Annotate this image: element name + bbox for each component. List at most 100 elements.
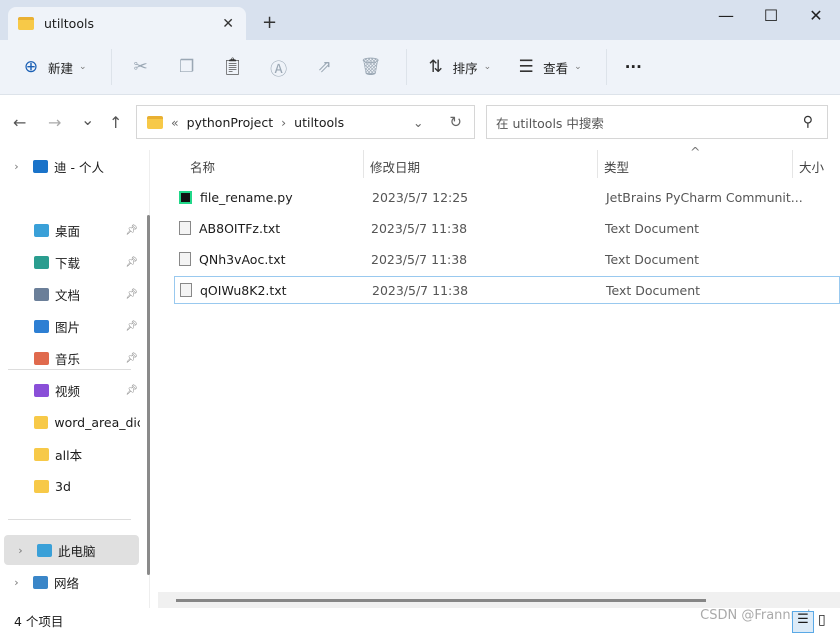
scrollbar-thumb[interactable] [176,599,706,602]
column-divider[interactable] [597,150,598,178]
sidebar-item-label: all本 [55,447,83,463]
column-divider[interactable] [363,150,364,178]
search-placeholder: 在 utiltools 中搜索 [496,115,604,131]
sidebar-item-label: 视频 [55,383,81,399]
search-icon[interactable]: ⚲ [803,114,813,130]
divider [110,49,112,85]
pin-icon[interactable]: 📌︎ [125,385,138,396]
back-button[interactable]: ← [13,113,26,132]
file-row[interactable]: qOIWu8K2.txt 2023/5/7 11:38 Text Document [174,276,840,304]
sidebar-item[interactable]: 视频 📌︎ [0,375,140,405]
file-row[interactable]: QNh3vAoc.txt 2023/5/7 11:38 Text Document [174,245,840,273]
sidebar-item[interactable]: word_area_dic [0,407,140,437]
expand-chevron-icon[interactable]: › [4,544,37,557]
column-header-size[interactable]: 大小 [799,157,824,176]
tab-close-button[interactable]: ✕ [222,16,234,32]
file-row[interactable]: AB8OITFz.txt 2023/5/7 11:38 Text Document [174,214,840,242]
sort-button[interactable]: ⇅ 排序 ⌄ [425,57,491,77]
scissors-icon: ✂ [133,57,148,77]
sort-icon: ⇅ [428,57,443,77]
trash-icon: 🗑︎ [359,57,382,77]
pycharm-file-icon [179,190,192,204]
tiles-view-button[interactable]: ▯ [818,612,826,628]
file-name: AB8OITFz.txt [199,220,281,236]
expand-chevron-icon[interactable]: › [0,576,33,589]
column-header-name[interactable]: 名称 [190,157,215,176]
sidebar-item[interactable]: 桌面 📌︎ [0,215,140,245]
details-view-icon: ☰ [797,612,809,627]
close-button[interactable]: ✕ [796,6,836,25]
maximize-button[interactable]: ☐ [751,6,791,25]
document-icon [34,287,49,301]
rename-icon: Ⓐ [270,59,288,80]
computer-icon [37,543,52,557]
file-type: Text Document [606,282,701,298]
divider [405,49,407,85]
file-row[interactable]: file_rename.py 2023/5/7 12:25 JetBrains Py… [174,183,840,211]
refresh-button[interactable]: ↻ [449,113,462,131]
rename-button[interactable]: Ⓐ [268,55,290,80]
sort-indicator-icon: ^ [690,144,701,159]
sidebar-item[interactable]: all本 [0,439,140,469]
copy-icon: ❐ [178,57,195,77]
new-button[interactable]: ⊕ 新建 ⌄ [20,57,87,77]
paste-button[interactable]: 📋︎ [222,57,244,77]
column-divider[interactable] [792,150,793,178]
sidebar-item-label: 文档 [55,287,81,303]
tab-title: utiltools [44,16,94,31]
folder-icon [34,479,49,493]
copy-button[interactable]: ❐ [176,57,198,77]
forward-button[interactable]: → [48,113,61,132]
cut-button[interactable]: ✂ [130,57,152,77]
column-header-date[interactable]: 修改日期 [370,157,420,176]
sidebar-item-label: 3d [55,478,71,494]
pin-icon[interactable]: 📌︎ [125,353,138,364]
share-button[interactable]: ⇗ [314,57,336,77]
pin-icon[interactable]: 📌︎ [125,225,138,236]
file-date: 2023/5/7 11:38 [371,220,468,236]
list-icon: ☰ [518,57,534,77]
sidebar-item-label: 音乐 [55,351,81,367]
file-date: 2023/5/7 12:25 [372,189,469,205]
sidebar-item[interactable]: 下载 📌︎ [0,247,140,277]
new-tab-button[interactable]: + [262,12,277,33]
more-button[interactable]: ··· [625,58,642,76]
sidebar-item[interactable]: › 迪 - 个人 [0,151,140,181]
sidebar-item-label: 迪 - 个人 [54,159,104,175]
network-icon [33,575,48,589]
overflow-chevron[interactable]: « [171,115,179,130]
chevron-down-icon: ⌄ [79,62,87,72]
recent-locations-button[interactable]: ⌄ [81,110,94,129]
view-button[interactable]: ☰ 查看 ⌄ [515,57,582,77]
sidebar-item[interactable]: 3d [0,471,140,501]
file-type: Text Document [605,251,700,267]
up-button[interactable]: ↑ [109,113,122,132]
sidebar-item[interactable]: › 此电脑 [4,535,139,565]
address-bar[interactable]: « pythonProject › utiltools ⌄ ↻ [136,105,475,139]
breadcrumb-utiltools[interactable]: utiltools [294,115,344,130]
expand-chevron-icon[interactable]: › [0,160,33,173]
text-file-icon [180,283,192,297]
column-header-type[interactable]: 类型 [604,157,629,176]
pin-icon[interactable]: 📌︎ [125,321,138,332]
divider [8,369,131,370]
sidebar-item[interactable]: › 网络 [0,567,140,597]
tab-utiltools[interactable]: utiltools ✕ [8,7,246,40]
details-view-button[interactable]: ☰ [792,611,814,633]
sidebar-item[interactable]: 文档 📌︎ [0,279,140,309]
breadcrumb-pythonproject[interactable]: pythonProject [187,115,274,130]
search-input[interactable]: 在 utiltools 中搜索 ⚲ [486,105,828,139]
pin-icon[interactable]: 📌︎ [125,257,138,268]
text-file-icon [179,221,191,235]
delete-button[interactable]: 🗑︎ [360,57,382,77]
sidebar-item[interactable]: 图片 📌︎ [0,311,140,341]
video-icon [34,383,49,397]
file-name: file_rename.py [200,189,293,205]
toolbar: ⊕ 新建 ⌄ ✂ ❐ 📋︎ Ⓐ ⇗ 🗑︎ ⇅ 排序 ⌄ ☰ 查看 ⌄ ··· [0,40,840,95]
address-dropdown-button[interactable]: ⌄ [413,115,423,130]
pin-icon[interactable]: 📌︎ [125,289,138,300]
horizontal-scrollbar[interactable] [158,592,840,608]
minimize-button[interactable]: — [706,6,746,25]
file-date: 2023/5/7 11:38 [371,251,468,267]
sidebar-scrollbar[interactable] [147,215,150,575]
